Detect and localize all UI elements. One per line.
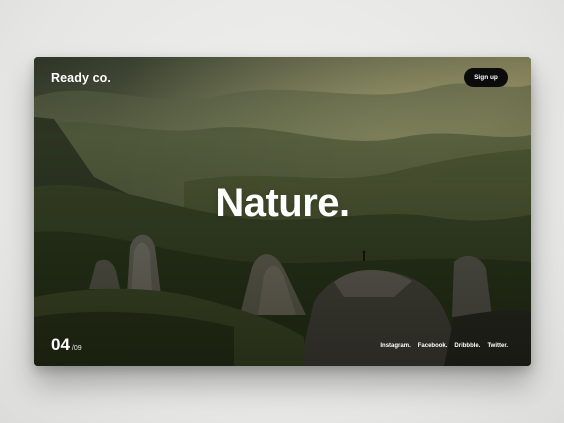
brand-logo[interactable]: Ready co. — [51, 71, 111, 85]
social-links: Instagram. Facebook. Dribbble. Twitter. — [380, 343, 508, 349]
facebook-link[interactable]: Facebook. — [418, 343, 448, 349]
current-slide-number: 04 — [51, 335, 70, 354]
twitter-link[interactable]: Twitter. — [487, 343, 508, 349]
slide-counter: 04/09 — [51, 335, 82, 355]
top-navigation: Ready co. Sign up — [34, 57, 531, 101]
website-preview-card: Ready co. Sign up Nature. 04/09 Instagra… — [34, 57, 531, 366]
instagram-link[interactable]: Instagram. — [380, 343, 410, 349]
hero-title: Nature. — [215, 181, 350, 225]
total-slides: /09 — [71, 345, 82, 352]
dribbble-link[interactable]: Dribbble. — [454, 343, 480, 349]
page-background: Ready co. Sign up Nature. 04/09 Instagra… — [0, 0, 564, 423]
sign-up-button[interactable]: Sign up — [464, 68, 508, 87]
